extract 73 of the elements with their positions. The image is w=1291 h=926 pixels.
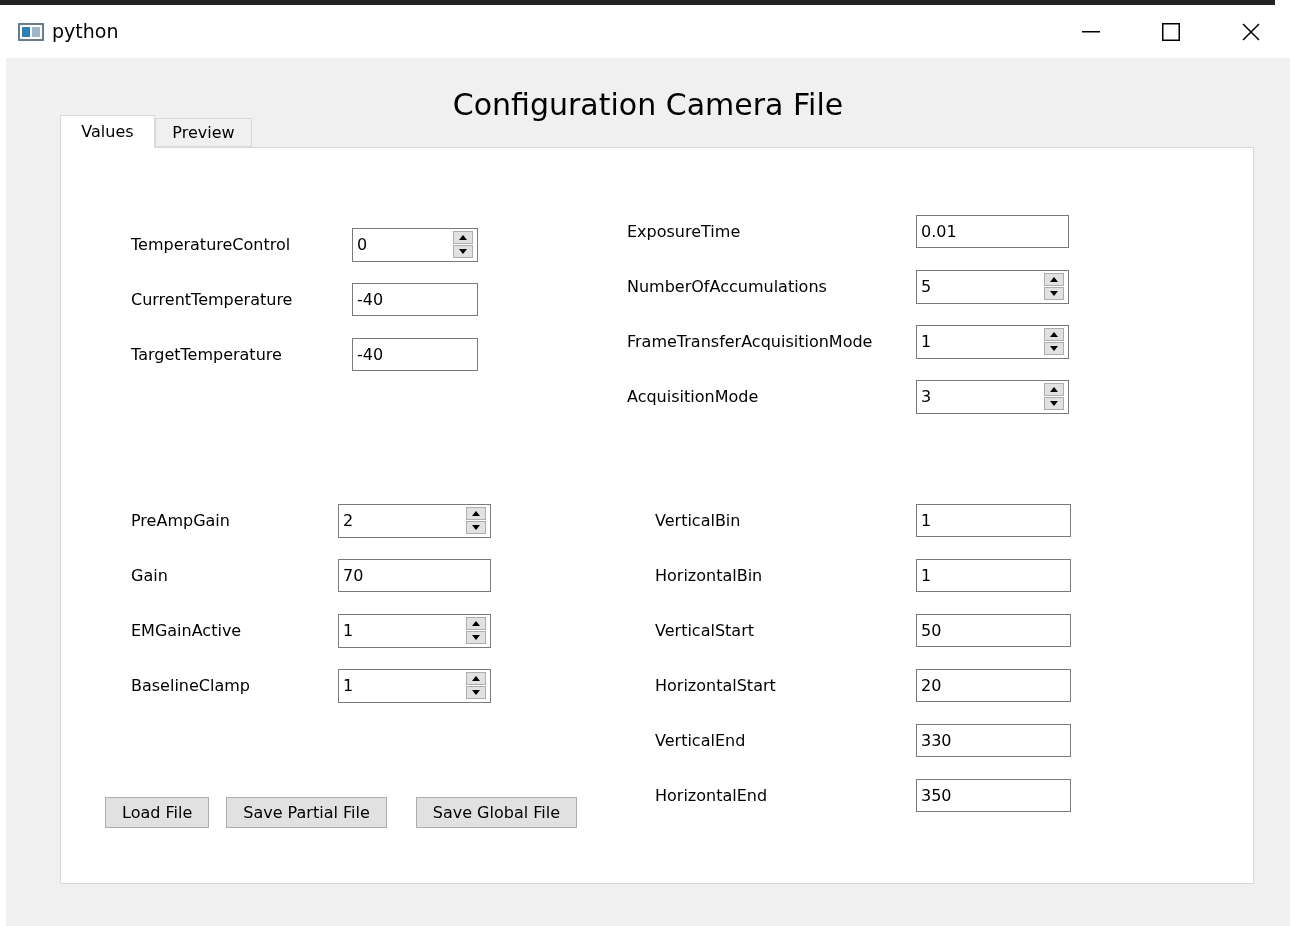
tab[interactable]: Values bbox=[60, 115, 155, 148]
page-heading: Configuration Camera File bbox=[452, 90, 844, 124]
up-arrow-icon bbox=[1050, 277, 1058, 282]
up-arrow-icon bbox=[459, 235, 467, 240]
action-button[interactable]: Save Partial File bbox=[226, 797, 387, 828]
spin-down-button[interactable] bbox=[1044, 287, 1064, 300]
down-arrow-icon bbox=[472, 635, 480, 640]
spin-down-button[interactable] bbox=[453, 245, 473, 258]
field-label: PreAmpGain bbox=[131, 509, 231, 532]
spin-up-button[interactable] bbox=[466, 617, 486, 630]
field-label: TemperatureControl bbox=[131, 233, 292, 256]
up-arrow-icon bbox=[472, 621, 480, 626]
text-field[interactable]: 350 bbox=[916, 779, 1071, 812]
down-arrow-icon bbox=[472, 690, 480, 695]
up-arrow-icon bbox=[1050, 387, 1058, 392]
spin-up-button[interactable] bbox=[453, 231, 473, 244]
action-button[interactable]: Load File bbox=[105, 797, 210, 828]
field-label: CurrentTemperature bbox=[131, 288, 294, 311]
field-label: VerticalBin bbox=[655, 509, 742, 532]
down-arrow-icon bbox=[1050, 291, 1058, 296]
field-label: TargetTemperature bbox=[131, 343, 283, 366]
spin-down-button[interactable] bbox=[466, 631, 486, 644]
spin-box[interactable]: 0 bbox=[352, 227, 478, 262]
spin-box[interactable]: 1 bbox=[916, 324, 1069, 359]
close-icon bbox=[1242, 22, 1260, 41]
text-field[interactable]: 1 bbox=[916, 504, 1071, 537]
down-arrow-icon bbox=[1050, 346, 1058, 351]
text-field[interactable]: -40 bbox=[352, 283, 478, 316]
field-label: AcquisitionMode bbox=[627, 385, 760, 408]
field-label: HorizontalStart bbox=[655, 674, 777, 697]
action-button[interactable]: Save Global File bbox=[415, 797, 577, 828]
field-label: BaselineClamp bbox=[131, 674, 251, 697]
spin-up-button[interactable] bbox=[1044, 328, 1064, 341]
spin-up-button[interactable] bbox=[466, 507, 486, 520]
spin-box[interactable]: 1 bbox=[338, 613, 491, 648]
down-arrow-icon bbox=[459, 249, 467, 254]
window-title: python bbox=[52, 19, 119, 45]
spin-down-button[interactable] bbox=[466, 686, 486, 699]
maximize-icon bbox=[1162, 22, 1180, 41]
field-label: EMGainActive bbox=[131, 619, 243, 642]
spin-box[interactable]: 2 bbox=[338, 503, 491, 538]
down-arrow-icon bbox=[472, 525, 480, 530]
spin-down-button[interactable] bbox=[1044, 342, 1064, 355]
spin-box[interactable]: 1 bbox=[338, 668, 491, 703]
text-field[interactable]: 50 bbox=[916, 614, 1071, 647]
spin-down-button[interactable] bbox=[1044, 397, 1064, 410]
up-arrow-icon bbox=[472, 676, 480, 681]
up-arrow-icon bbox=[472, 511, 480, 516]
field-label: Gain bbox=[131, 564, 169, 587]
field-label: VerticalEnd bbox=[655, 729, 747, 752]
field-label: FrameTransferAcquisitionMode bbox=[627, 330, 874, 353]
field-label: HorizontalBin bbox=[655, 564, 764, 587]
text-field[interactable]: 70 bbox=[338, 559, 491, 592]
spin-box[interactable]: 5 bbox=[916, 269, 1069, 304]
field-label: ExposureTime bbox=[627, 220, 742, 243]
app-window-icon bbox=[18, 21, 44, 42]
spin-up-button[interactable] bbox=[1044, 273, 1064, 286]
spin-up-button[interactable] bbox=[466, 672, 486, 685]
text-field[interactable]: -40 bbox=[352, 338, 478, 371]
minimize-icon bbox=[1082, 30, 1100, 33]
text-field[interactable]: 330 bbox=[916, 724, 1071, 757]
tab[interactable]: Preview bbox=[155, 118, 252, 147]
field-label: HorizontalEnd bbox=[655, 784, 769, 807]
down-arrow-icon bbox=[1050, 401, 1058, 406]
spin-down-button[interactable] bbox=[466, 521, 486, 534]
field-label: NumberOfAccumulations bbox=[627, 275, 828, 298]
text-field[interactable]: 0.01 bbox=[916, 215, 1069, 248]
text-field[interactable]: 1 bbox=[916, 559, 1071, 592]
spin-up-button[interactable] bbox=[1044, 383, 1064, 396]
text-field[interactable]: 20 bbox=[916, 669, 1071, 702]
up-arrow-icon bbox=[1050, 332, 1058, 337]
spin-box[interactable]: 3 bbox=[916, 379, 1069, 414]
field-label: VerticalStart bbox=[655, 619, 755, 642]
